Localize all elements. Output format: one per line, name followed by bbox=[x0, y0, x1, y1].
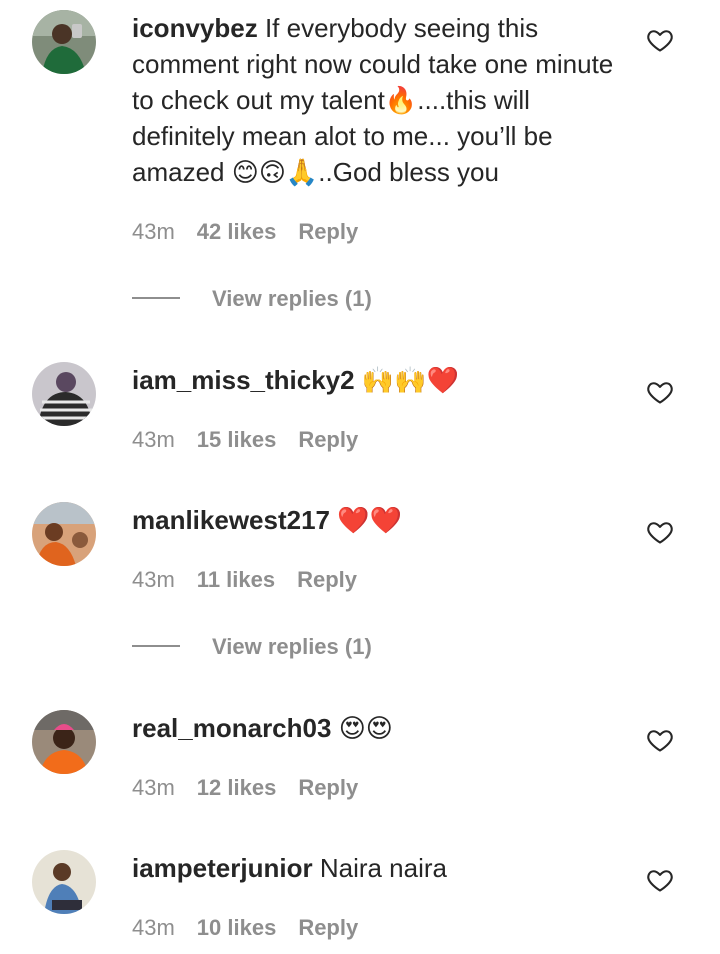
user-avatar[interactable] bbox=[32, 10, 96, 74]
comment-body: iam_miss_thicky2 🙌🙌❤️ bbox=[132, 362, 622, 398]
comment-text: ❤️❤️ bbox=[337, 505, 402, 535]
comment-username[interactable]: iconvybez bbox=[132, 13, 258, 43]
comment-text: 🙌🙌❤️ bbox=[361, 365, 459, 395]
comment-meta: 43m 42 likes Reply bbox=[132, 218, 380, 246]
comment-likes[interactable]: 11 likes bbox=[197, 567, 275, 592]
comment-body: iampeterjunior Naira naira bbox=[132, 850, 622, 886]
comment-username[interactable]: real_monarch03 bbox=[132, 713, 331, 743]
view-replies-label: View replies (1) bbox=[212, 286, 372, 311]
divider-line bbox=[132, 297, 180, 300]
profile-photo-icon bbox=[32, 362, 96, 426]
comment-text: Naira naira bbox=[319, 853, 447, 883]
comment-likes[interactable]: 12 likes bbox=[197, 775, 277, 800]
like-heart-icon[interactable] bbox=[646, 518, 674, 546]
comment-meta: 43m 11 likes Reply bbox=[132, 566, 379, 594]
profile-photo-icon bbox=[32, 850, 96, 914]
user-avatar[interactable] bbox=[32, 850, 96, 914]
comment-meta: 43m 10 likes Reply bbox=[132, 914, 380, 942]
reply-button[interactable]: Reply bbox=[298, 915, 358, 940]
view-replies-label: View replies (1) bbox=[212, 634, 372, 659]
comment-username[interactable]: iam_miss_thicky2 bbox=[132, 365, 355, 395]
comment-time: 43m bbox=[132, 219, 175, 244]
comment-time: 43m bbox=[132, 567, 175, 592]
comment-time: 43m bbox=[132, 915, 175, 940]
comment-body: real_monarch03 😍😍 bbox=[132, 710, 622, 746]
comment-body: iconvybez If everybody seeing this comme… bbox=[132, 10, 622, 190]
comment-likes[interactable]: 42 likes bbox=[197, 219, 277, 244]
comment-username[interactable]: manlikewest217 bbox=[132, 505, 330, 535]
comment-time: 43m bbox=[132, 775, 175, 800]
user-avatar[interactable] bbox=[32, 362, 96, 426]
profile-photo-icon bbox=[32, 710, 96, 774]
like-heart-icon[interactable] bbox=[646, 378, 674, 406]
comment-text: 😍😍 bbox=[338, 713, 393, 743]
like-heart-icon[interactable] bbox=[646, 26, 674, 54]
reply-button[interactable]: Reply bbox=[298, 775, 358, 800]
comment-likes[interactable]: 15 likes bbox=[197, 427, 277, 452]
divider-line bbox=[132, 645, 180, 648]
user-avatar[interactable] bbox=[32, 710, 96, 774]
comment-time: 43m bbox=[132, 427, 175, 452]
view-replies-button[interactable]: View replies (1) bbox=[132, 633, 372, 661]
like-heart-icon[interactable] bbox=[646, 866, 674, 894]
user-avatar[interactable] bbox=[32, 502, 96, 566]
comment-meta: 43m 15 likes Reply bbox=[132, 426, 380, 454]
profile-photo-icon bbox=[32, 502, 96, 566]
comment-username[interactable]: iampeterjunior bbox=[132, 853, 313, 883]
comment-body: manlikewest217 ❤️❤️ bbox=[132, 502, 622, 538]
profile-photo-icon bbox=[32, 10, 96, 74]
view-replies-button[interactable]: View replies (1) bbox=[132, 285, 372, 313]
comment-likes[interactable]: 10 likes bbox=[197, 915, 277, 940]
reply-button[interactable]: Reply bbox=[298, 427, 358, 452]
reply-button[interactable]: Reply bbox=[297, 567, 357, 592]
like-heart-icon[interactable] bbox=[646, 726, 674, 754]
reply-button[interactable]: Reply bbox=[298, 219, 358, 244]
comment-meta: 43m 12 likes Reply bbox=[132, 774, 380, 802]
